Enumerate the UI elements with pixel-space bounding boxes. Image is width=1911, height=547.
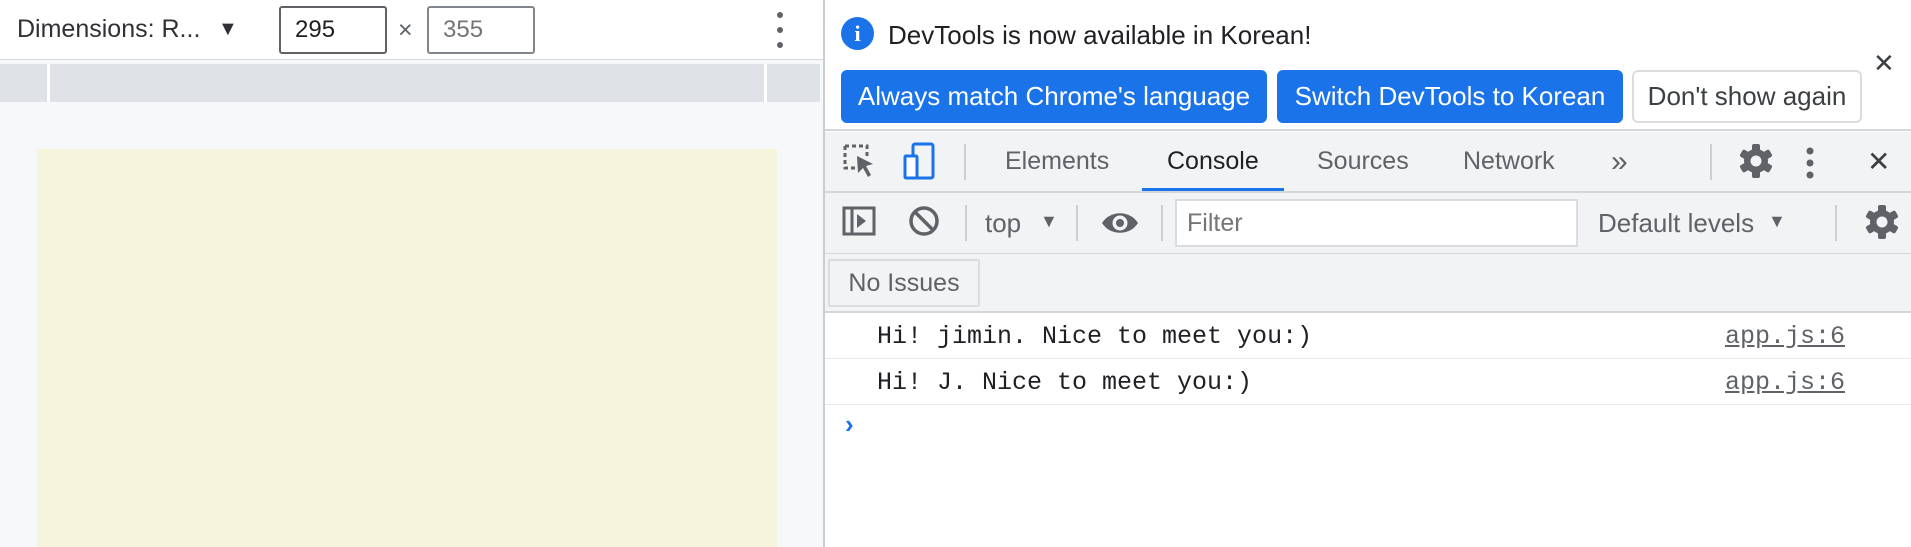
console-message: Hi! jimin. Nice to meet you:) app.js:6 — [825, 313, 1911, 359]
close-devtools-icon[interactable]: ✕ — [1867, 132, 1890, 191]
more-tabs-icon[interactable]: » — [1611, 132, 1628, 191]
emulated-viewport[interactable] — [37, 149, 777, 547]
toolbar-separator — [1076, 205, 1078, 241]
switch-to-korean-button[interactable]: Switch DevTools to Korean — [1277, 70, 1623, 123]
dont-show-again-button[interactable]: Don't show again — [1632, 70, 1862, 123]
tab-console[interactable]: Console — [1142, 132, 1284, 191]
main-tab-bar: Elements Console Sources Network » ✕ — [825, 132, 1911, 193]
toolbar-separator — [1835, 205, 1837, 241]
customize-menu-icon[interactable] — [1805, 146, 1815, 185]
console-toolbar: top ▼ Default levels ▼ — [825, 193, 1911, 254]
sidebar-toggle-icon[interactable] — [841, 203, 877, 244]
console-message-text: Hi! jimin. Nice to meet you:) — [877, 322, 1313, 351]
ruler-tick — [764, 64, 767, 102]
close-infobar-icon[interactable]: ✕ — [1873, 48, 1895, 79]
console-output[interactable]: Hi! jimin. Nice to meet you:) app.js:6 H… — [825, 313, 1911, 547]
more-options-icon[interactable] — [768, 12, 792, 48]
toolbar-separator — [965, 205, 967, 241]
emulation-toolbar: Dimensions: R... ▼ × — [0, 0, 823, 60]
caret-down-icon[interactable]: ▼ — [1768, 211, 1786, 232]
ruler-tick — [47, 64, 50, 102]
language-infobar: i DevTools is now available in Korean! ✕… — [825, 0, 1911, 131]
tab-network[interactable]: Network — [1463, 132, 1555, 191]
caret-down-icon[interactable]: ▼ — [1040, 211, 1058, 232]
clear-console-icon[interactable] — [906, 203, 942, 244]
log-levels-dropdown[interactable]: Default levels — [1598, 208, 1754, 239]
settings-gear-icon[interactable] — [1737, 142, 1775, 185]
context-selector[interactable]: top — [985, 208, 1021, 239]
console-prompt-icon[interactable]: › — [845, 409, 854, 440]
console-message-source-link[interactable]: app.js:6 — [1725, 368, 1845, 397]
toolbar-separator — [1161, 205, 1163, 241]
console-message: Hi! J. Nice to meet you:) app.js:6 — [825, 359, 1911, 405]
width-input[interactable] — [279, 6, 387, 54]
filter-input[interactable] — [1175, 199, 1578, 247]
console-message-source-link[interactable]: app.js:6 — [1725, 322, 1845, 351]
times-separator: × — [398, 16, 413, 44]
infobar-message: DevTools is now available in Korean! — [888, 20, 1312, 50]
toolbar-separator — [1710, 144, 1712, 180]
always-match-language-button[interactable]: Always match Chrome's language — [841, 70, 1267, 123]
issues-button[interactable]: No Issues — [828, 259, 980, 307]
caret-down-icon[interactable]: ▼ — [218, 18, 238, 41]
toolbar-separator — [964, 144, 966, 180]
media-query-ruler[interactable] — [0, 64, 820, 102]
live-expression-eye-icon[interactable] — [1100, 206, 1140, 245]
device-emulation-pane: Dimensions: R... ▼ × — [0, 0, 823, 547]
inspect-element-icon[interactable] — [841, 142, 877, 185]
console-settings-gear-icon[interactable] — [1863, 203, 1901, 246]
dimensions-dropdown[interactable]: Dimensions: R... — [17, 15, 200, 44]
info-icon: i — [841, 17, 874, 50]
tab-elements[interactable]: Elements — [1005, 132, 1109, 191]
tab-sources[interactable]: Sources — [1317, 132, 1409, 191]
device-toolbar-icon[interactable] — [902, 142, 938, 187]
height-input[interactable] — [427, 6, 535, 54]
devtools-panel: i DevTools is now available in Korean! ✕… — [825, 0, 1911, 547]
console-message-text: Hi! J. Nice to meet you:) — [877, 368, 1253, 397]
issues-bar: No Issues — [825, 254, 1911, 313]
